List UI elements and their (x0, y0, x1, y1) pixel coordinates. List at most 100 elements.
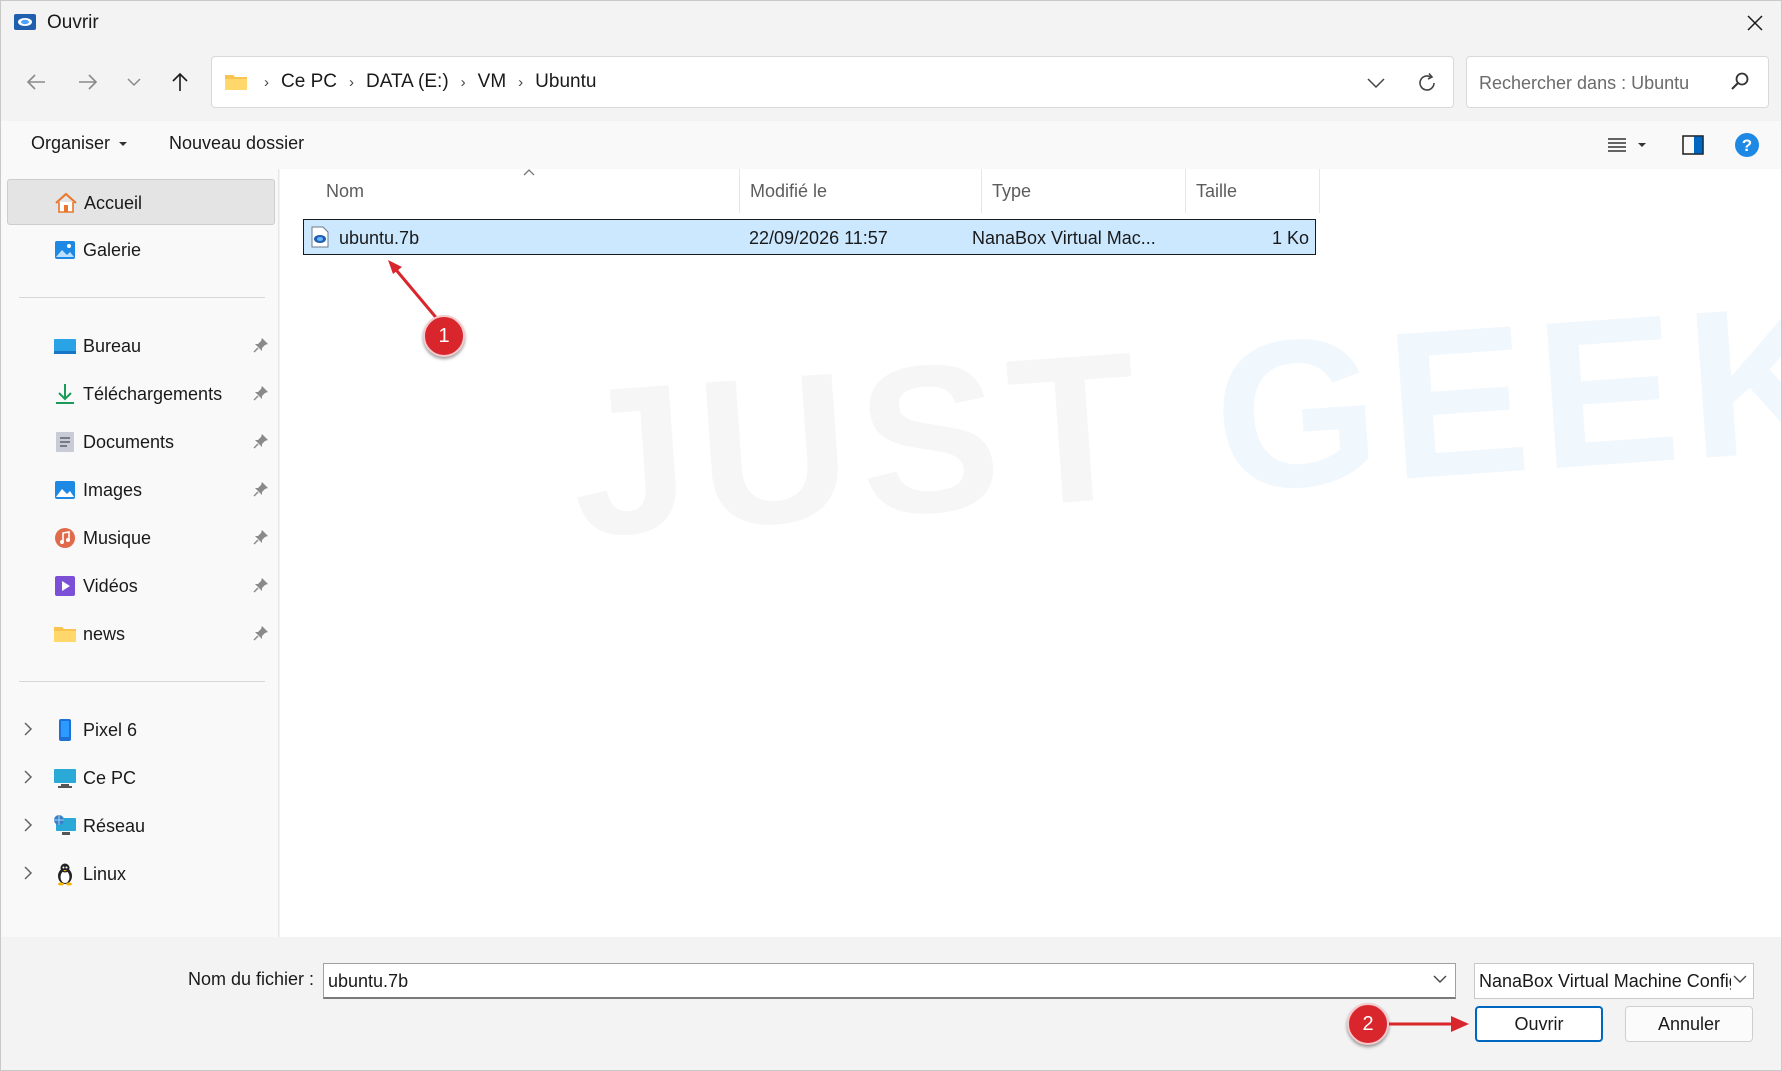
address-history-dropdown[interactable] (1361, 69, 1391, 97)
arrow-left-icon (26, 74, 45, 90)
sidebar-item-pixel-6[interactable]: Pixel 6 (7, 707, 275, 753)
sidebar-item-label: Bureau (83, 336, 142, 356)
breadcrumb: › Ce PC › DATA (E:) › VM › Ubuntu (224, 57, 600, 107)
pin-icon[interactable] (253, 577, 269, 593)
pin-icon[interactable] (253, 481, 269, 497)
pin-icon[interactable] (253, 337, 269, 353)
sidebar-item-reseau[interactable]: Réseau (7, 803, 275, 849)
address-bar[interactable]: › Ce PC › DATA (E:) › VM › Ubuntu (211, 56, 1454, 108)
annotation-badge-2: 2 (1347, 1003, 1389, 1045)
view-options-button[interactable] (1601, 131, 1653, 159)
pin-icon[interactable] (253, 529, 269, 545)
breadcrumb-item-ubuntu[interactable]: Ubuntu (531, 71, 600, 93)
chevron-down-icon[interactable] (1433, 974, 1447, 984)
sidebar-item-galerie[interactable]: Galerie (7, 227, 275, 273)
sidebar-item-label: Téléchargements (83, 384, 223, 404)
chevron-right-icon[interactable] (23, 721, 33, 737)
up-button[interactable] (163, 65, 197, 99)
file-row[interactable]: ubuntu.7b 22/09/2026 11:57 NanaBox Virtu… (303, 219, 1316, 255)
preview-pane-button[interactable] (1677, 131, 1709, 159)
watermark: JUST GEEK (1206, 257, 1782, 537)
folder-icon (225, 75, 247, 90)
gallery-icon (55, 241, 75, 259)
chevron-right-icon[interactable] (23, 817, 33, 833)
search-input[interactable] (1477, 69, 1717, 97)
svg-text:?: ? (1742, 136, 1752, 155)
new-folder-button[interactable]: Nouveau dossier (169, 133, 304, 154)
chevron-right-icon[interactable] (23, 865, 33, 881)
linux-penguin-icon (58, 863, 72, 886)
filetype-select[interactable]: NanaBox Virtual Machine Configuration (1474, 963, 1754, 999)
desktop-icon (54, 339, 76, 354)
open-file-dialog: Ouvrir › Ce PC › DATA (E:) › VM › Ubuntu… (0, 0, 1782, 1071)
filename-label: Nom du fichier : (188, 969, 315, 989)
sidebar-item-label: Ce PC (83, 768, 137, 788)
refresh-icon (1419, 72, 1435, 91)
column-header-label: Nom (326, 180, 365, 201)
column-header-modified[interactable]: Modifié le (740, 169, 982, 213)
cancel-button[interactable]: Annuler (1625, 1006, 1753, 1042)
sidebar-item-label: Galerie (83, 240, 142, 260)
command-bar: Organiser Nouveau dossier ? (1, 121, 1781, 169)
organize-label: Organiser (31, 133, 111, 153)
nanabox-file-icon (311, 226, 329, 248)
breadcrumb-item-ce-pc[interactable]: Ce PC (277, 71, 341, 93)
back-button[interactable] (19, 65, 53, 99)
breadcrumb-separator: › (518, 73, 524, 91)
pin-icon[interactable] (253, 433, 269, 449)
column-header-label: Modifié le (750, 180, 828, 201)
open-button[interactable]: Ouvrir (1475, 1006, 1603, 1042)
music-icon (55, 528, 75, 548)
close-icon (1747, 15, 1763, 31)
search-icon (1731, 72, 1749, 90)
breadcrumb-item-vm[interactable]: VM (474, 71, 511, 93)
sidebar-item-musique[interactable]: Musique (7, 515, 275, 561)
column-header-label: Type (992, 180, 1032, 201)
dialog-footer: Nom du fichier : ubuntu.7b NanaBox Virtu… (1, 937, 1781, 1070)
filename-value: ubuntu.7b (328, 971, 409, 991)
annotation-arrow-2 (1389, 1016, 1469, 1032)
organize-button[interactable]: Organiser (31, 133, 128, 154)
arrow-right-icon (79, 74, 98, 90)
sidebar-item-ce-pc[interactable]: Ce PC (7, 755, 275, 801)
sidebar-item-label: news (83, 624, 126, 644)
sidebar-item-videos[interactable]: Vidéos (7, 563, 275, 609)
forward-button[interactable] (71, 65, 105, 99)
search-box[interactable] (1466, 56, 1769, 108)
sidebar-item-images[interactable]: Images (7, 467, 275, 513)
pin-icon[interactable] (253, 625, 269, 641)
refresh-button[interactable] (1411, 67, 1443, 99)
title-bar: Ouvrir (1, 1, 1781, 45)
breadcrumb-item-data-drive[interactable]: DATA (E:) (362, 71, 453, 93)
preview-pane-icon (1682, 135, 1704, 155)
sidebar-item-label: Linux (83, 864, 127, 884)
file-size: 1 Ko (1271, 228, 1309, 248)
sidebar-item-news[interactable]: news (7, 611, 275, 657)
caret-down-icon (1638, 143, 1646, 147)
sidebar-item-bureau[interactable]: Bureau (7, 323, 275, 369)
sidebar-item-accueil[interactable]: Accueil (7, 179, 275, 225)
recent-locations-button[interactable] (117, 65, 151, 99)
sidebar-item-documents[interactable]: Documents (7, 419, 275, 465)
computer-icon (54, 769, 76, 788)
sidebar-item-label: Pixel 6 (83, 720, 138, 740)
caret-down-icon (119, 141, 128, 146)
breadcrumb-separator: › (264, 73, 269, 91)
close-button[interactable] (1729, 1, 1781, 45)
navigation-bar: › Ce PC › DATA (E:) › VM › Ubuntu (1, 45, 1781, 121)
sidebar-item-label: Images (83, 480, 143, 500)
sidebar-divider (19, 681, 265, 682)
pictures-icon (55, 481, 75, 499)
column-header-type[interactable]: Type (982, 169, 1186, 213)
network-icon (54, 815, 76, 835)
sidebar-item-linux[interactable]: Linux (7, 851, 275, 897)
navigation-pane: Accueil Galerie Bureau Téléchargements D… (1, 169, 279, 937)
breadcrumb-separator: › (460, 73, 466, 91)
filename-input[interactable]: ubuntu.7b (323, 963, 1456, 999)
chevron-right-icon[interactable] (23, 769, 33, 785)
help-button[interactable]: ? (1731, 131, 1763, 159)
pin-icon[interactable] (253, 385, 269, 401)
column-header-size[interactable]: Taille (1186, 169, 1320, 213)
sidebar-item-telechargements[interactable]: Téléchargements (7, 371, 275, 417)
column-header-name[interactable]: Nom (280, 169, 740, 213)
